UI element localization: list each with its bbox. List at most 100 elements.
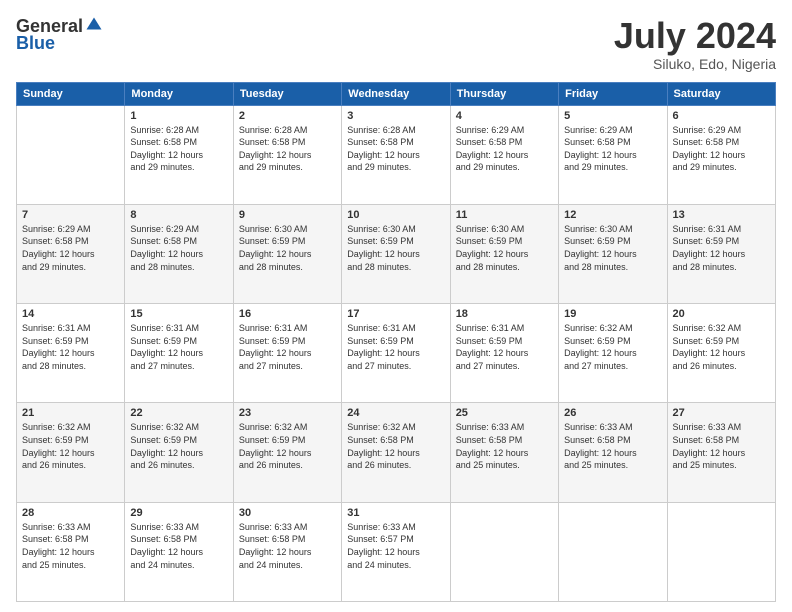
day-info: Sunrise: 6:31 AM Sunset: 6:59 PM Dayligh… [239,322,336,372]
day-number: 27 [673,407,770,419]
day-number: 20 [673,308,770,320]
table-row [450,502,558,601]
col-monday: Monday [125,82,233,105]
day-info: Sunrise: 6:31 AM Sunset: 6:59 PM Dayligh… [130,322,227,372]
day-info: Sunrise: 6:32 AM Sunset: 6:59 PM Dayligh… [239,421,336,471]
table-row: 4 Sunrise: 6:29 AM Sunset: 6:58 PM Daylig… [450,105,558,204]
table-row: 16 Sunrise: 6:31 AM Sunset: 6:59 PM Dayli… [233,304,341,403]
day-number: 17 [347,308,444,320]
table-row: 1Sunrise: 6:28 AM Sunset: 6:58 PM Daylig… [125,105,233,204]
table-row: 7 Sunrise: 6:29 AM Sunset: 6:58 PM Daylig… [17,204,125,303]
day-number: 3 [347,110,444,122]
day-number: 4 [456,110,553,122]
day-number: 7 [22,209,119,221]
table-row: 14 Sunrise: 6:31 AM Sunset: 6:59 PM Dayli… [17,304,125,403]
day-info: Sunrise: 6:31 AM Sunset: 6:59 PM Dayligh… [22,322,119,372]
table-row: 31 Sunrise: 6:33 AM Sunset: 6:57 PM Dayli… [342,502,450,601]
day-number: 16 [239,308,336,320]
day-number: 5 [564,110,661,122]
table-row: 6 Sunrise: 6:29 AM Sunset: 6:58 PM Daylig… [667,105,775,204]
day-info: Sunrise: 6:33 AM Sunset: 6:57 PM Dayligh… [347,521,444,571]
day-info: Sunrise: 6:30 AM Sunset: 6:59 PM Dayligh… [456,223,553,273]
day-number: 31 [347,507,444,519]
table-row: 30Sunrise: 6:33 AM Sunset: 6:58 PM Dayli… [233,502,341,601]
table-row: 2 Sunrise: 6:28 AM Sunset: 6:58 PM Daylig… [233,105,341,204]
day-number: 24 [347,407,444,419]
col-thursday: Thursday [450,82,558,105]
day-number: 10 [347,209,444,221]
location-subtitle: Siluko, Edo, Nigeria [614,56,776,72]
calendar-week-row: 1Sunrise: 6:28 AM Sunset: 6:58 PM Daylig… [17,105,776,204]
table-row: 25 Sunrise: 6:33 AM Sunset: 6:58 PM Dayli… [450,403,558,502]
day-number: 18 [456,308,553,320]
table-row: 8 Sunrise: 6:29 AM Sunset: 6:58 PM Daylig… [125,204,233,303]
calendar-week-row: 21Sunrise: 6:32 AM Sunset: 6:59 PM Dayli… [17,403,776,502]
calendar-week-row: 28 Sunrise: 6:33 AM Sunset: 6:58 PM Dayli… [17,502,776,601]
calendar-week-row: 7 Sunrise: 6:29 AM Sunset: 6:58 PM Daylig… [17,204,776,303]
calendar-table: Sunday Monday Tuesday Wednesday Thursday… [16,82,776,602]
day-number: 28 [22,507,119,519]
table-row: 18 Sunrise: 6:31 AM Sunset: 6:59 PM Dayli… [450,304,558,403]
day-info: Sunrise: 6:31 AM Sunset: 6:59 PM Dayligh… [456,322,553,372]
logo: General Blue [16,16,103,54]
table-row: 23Sunrise: 6:32 AM Sunset: 6:59 PM Dayli… [233,403,341,502]
table-row: 3 Sunrise: 6:28 AM Sunset: 6:58 PM Daylig… [342,105,450,204]
col-tuesday: Tuesday [233,82,341,105]
table-row: 12Sunrise: 6:30 AM Sunset: 6:59 PM Dayli… [559,204,667,303]
day-info: Sunrise: 6:32 AM Sunset: 6:59 PM Dayligh… [22,421,119,471]
table-row: 17 Sunrise: 6:31 AM Sunset: 6:59 PM Dayli… [342,304,450,403]
day-info: Sunrise: 6:31 AM Sunset: 6:59 PM Dayligh… [673,223,770,273]
col-sunday: Sunday [17,82,125,105]
calendar-week-row: 14 Sunrise: 6:31 AM Sunset: 6:59 PM Dayli… [17,304,776,403]
day-info: Sunrise: 6:33 AM Sunset: 6:58 PM Dayligh… [456,421,553,471]
day-info: Sunrise: 6:30 AM Sunset: 6:59 PM Dayligh… [239,223,336,273]
table-row [17,105,125,204]
day-number: 14 [22,308,119,320]
month-title: July 2024 [614,16,776,56]
table-row: 11 Sunrise: 6:30 AM Sunset: 6:59 PM Dayli… [450,204,558,303]
day-number: 22 [130,407,227,419]
table-row: 10 Sunrise: 6:30 AM Sunset: 6:59 PM Dayli… [342,204,450,303]
day-number: 2 [239,110,336,122]
day-info: Sunrise: 6:32 AM Sunset: 6:59 PM Dayligh… [564,322,661,372]
day-info: Sunrise: 6:29 AM Sunset: 6:58 PM Dayligh… [456,124,553,174]
day-number: 25 [456,407,553,419]
day-info: Sunrise: 6:28 AM Sunset: 6:58 PM Dayligh… [347,124,444,174]
day-info: Sunrise: 6:30 AM Sunset: 6:59 PM Dayligh… [347,223,444,273]
day-info: Sunrise: 6:33 AM Sunset: 6:58 PM Dayligh… [22,521,119,571]
page: General Blue July 2024 Siluko, Edo, Nige… [0,0,792,612]
table-row: 29 Sunrise: 6:33 AM Sunset: 6:58 PM Dayli… [125,502,233,601]
day-info: Sunrise: 6:29 AM Sunset: 6:58 PM Dayligh… [673,124,770,174]
table-row: 28 Sunrise: 6:33 AM Sunset: 6:58 PM Dayli… [17,502,125,601]
header: General Blue July 2024 Siluko, Edo, Nige… [16,16,776,72]
table-row: 20Sunrise: 6:32 AM Sunset: 6:59 PM Dayli… [667,304,775,403]
table-row: 24Sunrise: 6:32 AM Sunset: 6:58 PM Dayli… [342,403,450,502]
day-number: 8 [130,209,227,221]
logo-blue-text: Blue [16,33,55,54]
table-row: 13Sunrise: 6:31 AM Sunset: 6:59 PM Dayli… [667,204,775,303]
day-info: Sunrise: 6:32 AM Sunset: 6:59 PM Dayligh… [130,421,227,471]
day-number: 9 [239,209,336,221]
day-number: 11 [456,209,553,221]
day-info: Sunrise: 6:33 AM Sunset: 6:58 PM Dayligh… [130,521,227,571]
day-info: Sunrise: 6:29 AM Sunset: 6:58 PM Dayligh… [130,223,227,273]
day-info: Sunrise: 6:28 AM Sunset: 6:58 PM Dayligh… [239,124,336,174]
day-number: 12 [564,209,661,221]
table-row: 15 Sunrise: 6:31 AM Sunset: 6:59 PM Dayli… [125,304,233,403]
day-info: Sunrise: 6:31 AM Sunset: 6:59 PM Dayligh… [347,322,444,372]
col-friday: Friday [559,82,667,105]
day-number: 26 [564,407,661,419]
day-info: Sunrise: 6:28 AM Sunset: 6:58 PM Dayligh… [130,124,227,174]
table-row: 19Sunrise: 6:32 AM Sunset: 6:59 PM Dayli… [559,304,667,403]
table-row: 5 Sunrise: 6:29 AM Sunset: 6:58 PM Daylig… [559,105,667,204]
logo-icon [85,16,103,34]
table-row: 9 Sunrise: 6:30 AM Sunset: 6:59 PM Daylig… [233,204,341,303]
day-info: Sunrise: 6:29 AM Sunset: 6:58 PM Dayligh… [564,124,661,174]
day-number: 29 [130,507,227,519]
day-info: Sunrise: 6:33 AM Sunset: 6:58 PM Dayligh… [239,521,336,571]
day-number: 15 [130,308,227,320]
day-number: 6 [673,110,770,122]
table-row [667,502,775,601]
day-info: Sunrise: 6:33 AM Sunset: 6:58 PM Dayligh… [564,421,661,471]
day-info: Sunrise: 6:29 AM Sunset: 6:58 PM Dayligh… [22,223,119,273]
